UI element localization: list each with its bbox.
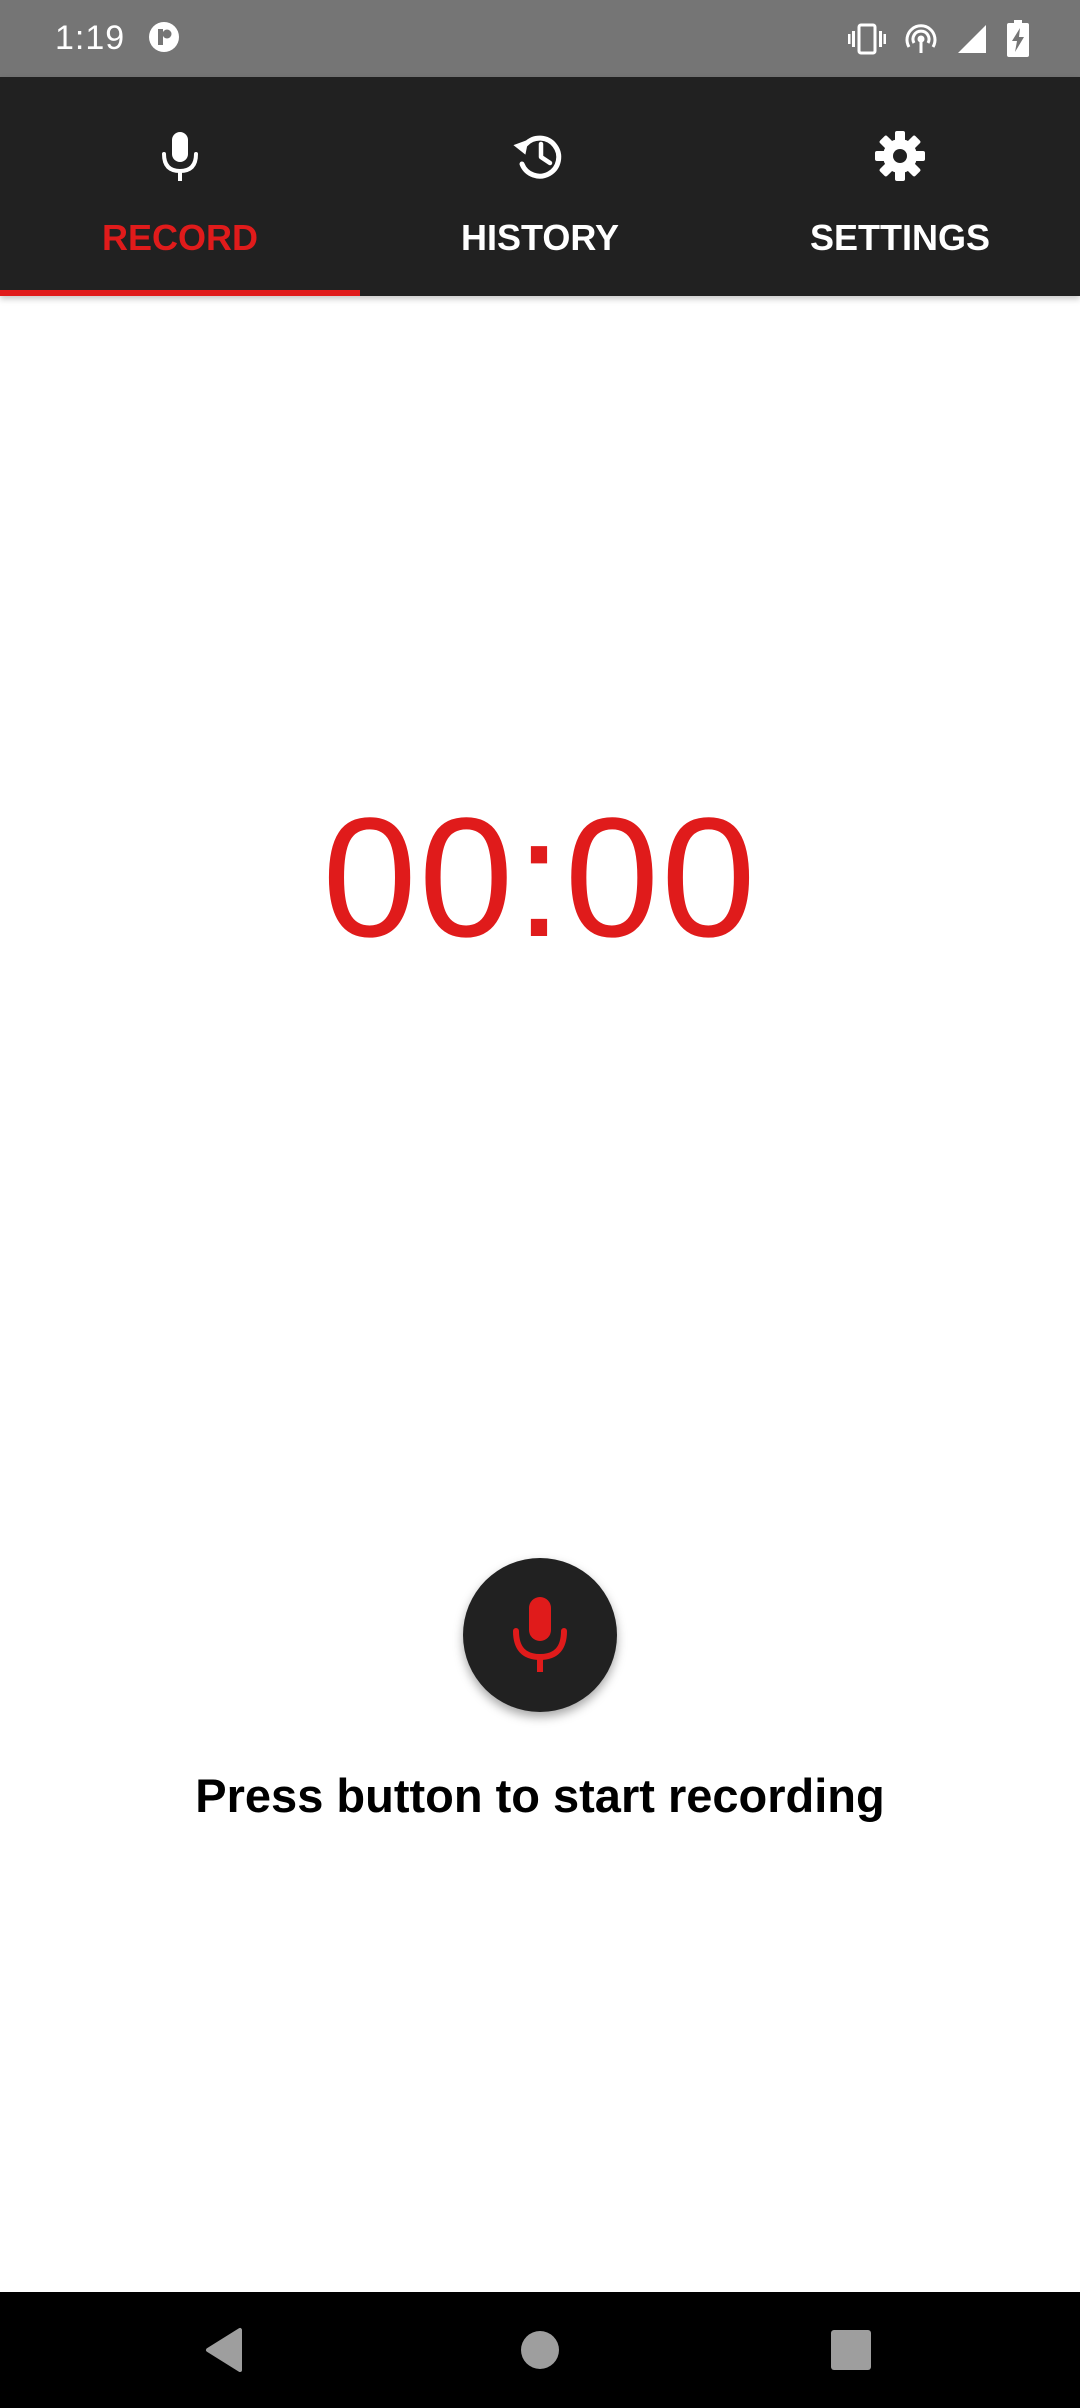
cell-signal-icon (956, 23, 988, 55)
record-hint: Press button to start recording (195, 1769, 885, 1822)
tab-settings[interactable]: SETTINGS (720, 77, 1080, 296)
status-time: 1:19 (55, 19, 126, 57)
vibrate-icon (848, 22, 886, 56)
microphone-icon (513, 1597, 567, 1672)
hotspot-icon (904, 22, 938, 56)
tab-history[interactable]: HISTORY (360, 77, 720, 296)
back-button[interactable] (190, 2314, 262, 2386)
tab-record[interactable]: RECORD (0, 77, 360, 296)
status-icons (848, 17, 1030, 61)
tab-history-label: HISTORY (460, 217, 620, 258)
status-bar: 1:19 (0, 0, 1080, 77)
recents-button[interactable] (815, 2314, 887, 2386)
tab-record-label: RECORD (101, 217, 258, 258)
record-button[interactable] (463, 1558, 617, 1712)
record-screen: 00:00 Press button to start recording (0, 296, 1080, 2292)
active-tab-indicator (0, 290, 360, 296)
app-notification-icon (148, 21, 180, 53)
history-icon (510, 126, 570, 186)
tab-settings-label: SETTINGS (809, 217, 991, 258)
back-icon (206, 2328, 242, 2372)
home-button[interactable] (504, 2314, 576, 2386)
gear-icon (870, 126, 930, 186)
battery-charging-icon (1006, 20, 1030, 58)
home-icon (521, 2331, 559, 2369)
recording-timer: 00:00 (322, 783, 758, 973)
tab-bar: RECORD HISTORY SETTINGS (0, 77, 1080, 296)
microphone-icon (150, 126, 210, 186)
recents-icon (831, 2330, 871, 2370)
system-nav-bar (0, 2292, 1080, 2408)
